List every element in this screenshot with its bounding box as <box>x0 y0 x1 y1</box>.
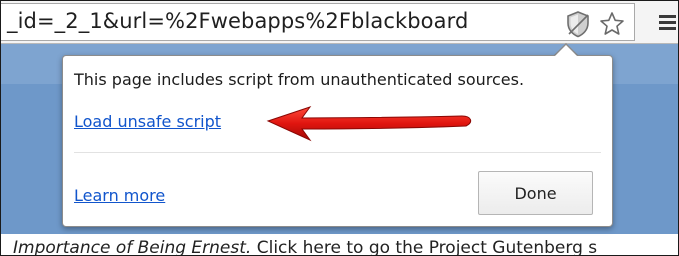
book-title: Importance of Being Ernest. <box>13 238 252 256</box>
bubble-pointer <box>554 45 578 57</box>
shield-icon[interactable] <box>565 10 591 38</box>
address-bar[interactable]: _id=_2_1&url=%2Fwebapps%2Fblackboard <box>1 3 635 41</box>
star-icon[interactable] <box>599 11 625 37</box>
browser-toolbar: _id=_2_1&url=%2Fwebapps%2Fblackboard <box>1 1 678 44</box>
done-button[interactable]: Done <box>478 171 593 215</box>
hamburger-menu-icon[interactable] <box>656 10 676 34</box>
load-unsafe-script-link[interactable]: Load unsafe script <box>74 112 221 131</box>
gutenberg-text[interactable]: Click here to go the Project Gutenberg s <box>251 238 597 255</box>
bubble-message: This page includes script from unauthent… <box>74 70 525 89</box>
url-text[interactable]: _id=_2_1&url=%2Fwebapps%2Fblackboard <box>7 9 468 33</box>
annotation-arrow-icon <box>266 106 472 142</box>
learn-more-link[interactable]: Learn more <box>74 186 165 205</box>
page-body-text: Importance of Being Ernest. Click here t… <box>13 238 597 256</box>
browser-window: Importance of Being Ernest. Click here t… <box>0 0 679 256</box>
bubble-divider <box>74 152 601 153</box>
